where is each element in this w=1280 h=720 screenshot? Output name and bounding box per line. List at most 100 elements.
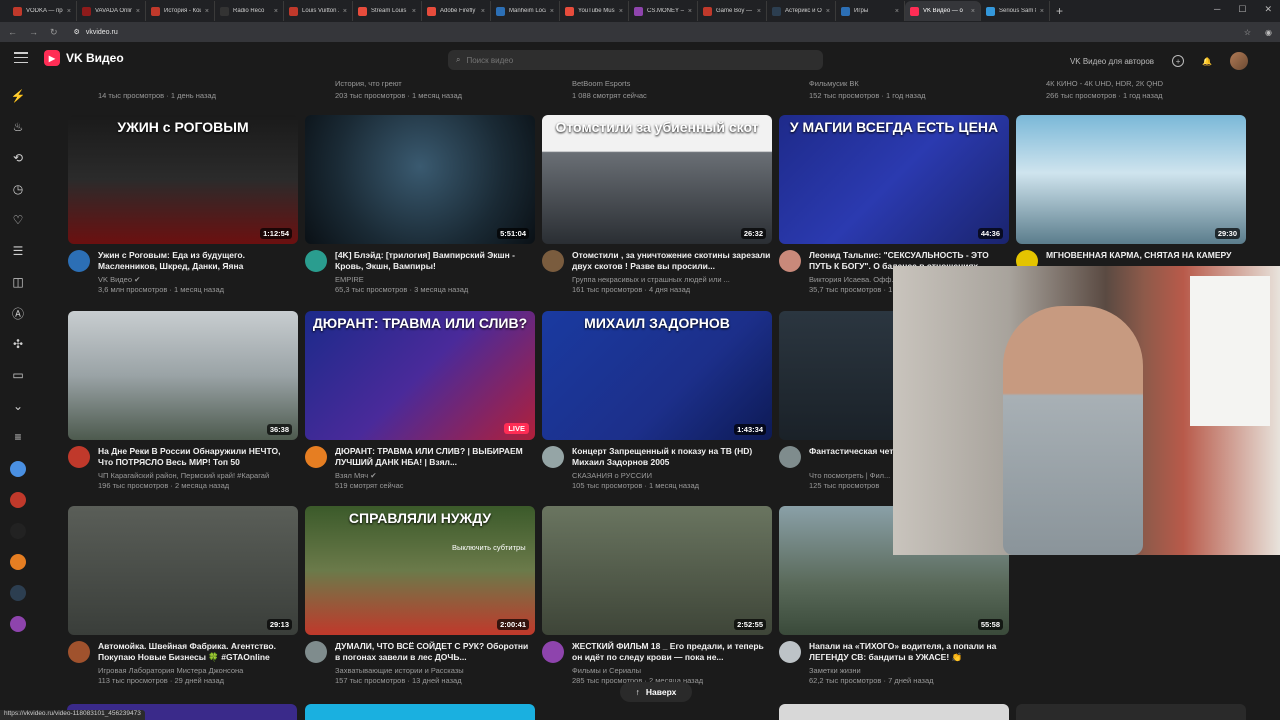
channel-avatar[interactable] [542, 446, 564, 468]
video-card[interactable]: 29:30 МГНОВЕННАЯ КАРМА, СНЯТАЯ НА КАМЕРУ [1016, 115, 1246, 276]
bookmark-star-icon[interactable]: ☆ [1244, 28, 1251, 37]
back-icon[interactable]: ← [8, 27, 17, 37]
channel-name[interactable]: Игровая Лаборатория Мистера Джонсона [98, 666, 298, 675]
channel-avatar[interactable] [68, 446, 90, 468]
scroll-to-top-button[interactable]: ↑ Наверх [620, 682, 692, 702]
for-authors-link[interactable]: VK Видео для авторов [1070, 57, 1154, 66]
browser-tab[interactable]: Adobe Firefly × [422, 1, 491, 21]
browser-tab[interactable]: YouTube Music × [560, 1, 629, 21]
video-title[interactable]: ДЮРАНТ: ТРАВМА ИЛИ СЛИВ? | ВЫБИРАЕМ ЛУЧШ… [335, 446, 535, 468]
channel-avatar[interactable] [305, 641, 327, 663]
channel-name[interactable]: Захватывающие истории и Рассказы [335, 666, 535, 675]
channel-name[interactable]: Фильмусик ВК [809, 78, 926, 90]
video-thumbnail[interactable]: У МАГИИ ВСЕГДА ЕСТЬ ЦЕНА 44:36 [779, 115, 1009, 244]
browser-tab[interactable]: CS.MONEY — × [629, 1, 698, 21]
video-title[interactable]: На Дне Реки В России Обнаружили НЕЧТО, Ч… [98, 446, 298, 468]
channel-name[interactable]: 4К КИНО - 4К UHD, HDR, 2К QHD [1046, 78, 1163, 90]
channel-avatar[interactable] [542, 641, 564, 663]
video-title[interactable]: Ужин с Роговым: Еда из будущего. Масленн… [98, 250, 298, 272]
reload-icon[interactable]: ↻ [50, 27, 58, 38]
menu-icon[interactable] [14, 52, 28, 63]
browser-tab[interactable]: VAVADA Onlin × [77, 1, 146, 21]
browser-tab[interactable]: Stream Louis V × [353, 1, 422, 21]
browser-tab[interactable]: Игры × [836, 1, 905, 21]
channel-avatar[interactable] [779, 250, 801, 272]
channel-name[interactable]: История, что греют [335, 78, 462, 90]
tab-close-icon[interactable]: × [895, 8, 899, 15]
video-card[interactable]: УЖИН с РОГОВЫМ 1:12:54 Ужин с Роговым: Еда… [68, 115, 298, 294]
user-avatar[interactable] [1230, 52, 1248, 70]
video-thumbnail[interactable]: 5:51:04 [305, 115, 535, 244]
maximize-icon[interactable]: ☐ [1238, 4, 1246, 15]
tab-close-icon[interactable]: × [343, 8, 347, 15]
close-icon[interactable]: ✕ [1264, 4, 1272, 15]
channel-avatar[interactable] [68, 641, 90, 663]
channel-avatar[interactable] [305, 446, 327, 468]
browser-tab[interactable]: Game Boy — × [698, 1, 767, 21]
minimize-icon[interactable]: ─ [1214, 4, 1220, 15]
url-field[interactable]: ⚙ vkvideo.ru [74, 28, 118, 37]
video-thumbnail[interactable]: УЖИН с РОГОВЫМ 1:12:54 [68, 115, 298, 244]
profile-icon[interactable]: ◉ [1265, 28, 1272, 37]
channel-name[interactable]: СКАЗАНИЯ о РУССИИ [572, 471, 772, 480]
channel-name[interactable]: Взял Мяч ✔ [335, 471, 535, 480]
subscribed-channel-avatar[interactable] [10, 585, 26, 601]
channel-avatar[interactable] [542, 250, 564, 272]
browser-tab[interactable]: Radio Reco × [215, 1, 284, 21]
gamepad-icon[interactable]: ✣ [9, 335, 27, 353]
next-row-thumb[interactable] [1016, 704, 1246, 720]
tab-close-icon[interactable]: × [826, 8, 830, 15]
channel-name[interactable]: VK Видео ✔ [98, 275, 298, 284]
chevron-down-icon[interactable]: ⌄ [9, 397, 27, 415]
channel-avatar[interactable] [305, 250, 327, 272]
translate-icon[interactable]: Ⓐ [9, 304, 27, 322]
channel-avatar[interactable] [779, 641, 801, 663]
video-thumbnail[interactable]: Отомстили за убиенный скот 26:32 [542, 115, 772, 244]
browser-tab[interactable]: Manheim Loca × [491, 1, 560, 21]
video-title[interactable]: Автомойка. Швейная Фабрика. Агентство. П… [98, 641, 298, 663]
video-card[interactable]: МИХАИЛ ЗАДОРНОВ 1:43:34 Концерт Запрещенны… [542, 311, 772, 490]
browser-tab[interactable]: Астерикс и Об × [767, 1, 836, 21]
browser-tab[interactable]: Serious Sam 8 × [981, 1, 1050, 21]
tab-close-icon[interactable]: × [688, 8, 692, 15]
clock-icon[interactable]: ◷ [9, 180, 27, 198]
subscribed-channel-avatar[interactable] [10, 492, 26, 508]
video-thumbnail[interactable]: 29:30 [1016, 115, 1246, 244]
tab-close-icon[interactable]: × [619, 8, 623, 15]
video-title[interactable]: Напали на «ТИХОГО» водителя, а попали на… [809, 641, 1009, 663]
history-icon[interactable]: ⟲ [9, 149, 27, 167]
tab-close-icon[interactable]: × [136, 8, 140, 15]
video-card[interactable]: СПРАВЛЯЛИ НУЖДУ 2:00:41 ДУМАЛИ, ЧТО ВСЁ СО… [305, 506, 535, 685]
browser-tab[interactable]: VK Видео — о × [905, 1, 981, 21]
channel-name[interactable]: EMPIRE [335, 275, 535, 284]
video-card[interactable]: Отомстили за убиенный скот 26:32 Отомстили… [542, 115, 772, 294]
vk-video-logo[interactable]: ▶ VK Видео [44, 50, 124, 66]
notifications-icon[interactable]: 🔔 [1202, 57, 1212, 66]
browser-tab[interactable]: VODKA — прем × [8, 1, 77, 21]
video-title[interactable]: [4K] Блэйд: [трилогия] Вампирский Экшн -… [335, 250, 535, 272]
tab-close-icon[interactable]: × [1040, 8, 1044, 15]
subscribed-channel-avatar[interactable] [10, 554, 26, 570]
fire-icon[interactable]: ♨ [9, 118, 27, 136]
search-input[interactable] [466, 55, 823, 65]
tab-close-icon[interactable]: × [757, 8, 761, 15]
tab-close-icon[interactable]: × [550, 8, 554, 15]
tab-close-icon[interactable]: × [205, 8, 209, 15]
upload-icon[interactable]: + [1172, 55, 1185, 67]
heart-icon[interactable]: ♡ [9, 211, 27, 229]
video-card[interactable]: 36:38 На Дне Реки В России Обнаружили НЕЧ… [68, 311, 298, 490]
chart-icon[interactable]: ◫ [9, 273, 27, 291]
video-thumbnail[interactable]: 36:38 [68, 311, 298, 440]
subscribed-channel-avatar[interactable] [10, 523, 26, 539]
next-row-thumb[interactable] [779, 704, 1009, 720]
video-card[interactable]: 2:52:55 ЖЕСТКИЙ ФИЛЬМ 18 _ Его предали, и… [542, 506, 772, 685]
site-info-icon[interactable]: ⚙ [74, 28, 80, 36]
playlist-add-icon[interactable]: ☰ [9, 242, 27, 260]
subscribed-channel-avatar[interactable] [10, 616, 26, 632]
video-thumbnail[interactable]: 29:13 [68, 506, 298, 635]
video-card[interactable]: ДЮРАНТ: ТРАВМА ИЛИ СЛИВ? LIVE ДЮРАНТ: ТРАВ… [305, 311, 535, 490]
video-title[interactable]: Концерт Запрещенный к показу на ТВ (HD) … [572, 446, 772, 468]
video-card[interactable]: 5:51:04 [4K] Блэйд: [трилогия] Вампирский… [305, 115, 535, 294]
channel-avatar[interactable] [779, 446, 801, 468]
subscribed-channel-avatar[interactable] [10, 461, 26, 477]
